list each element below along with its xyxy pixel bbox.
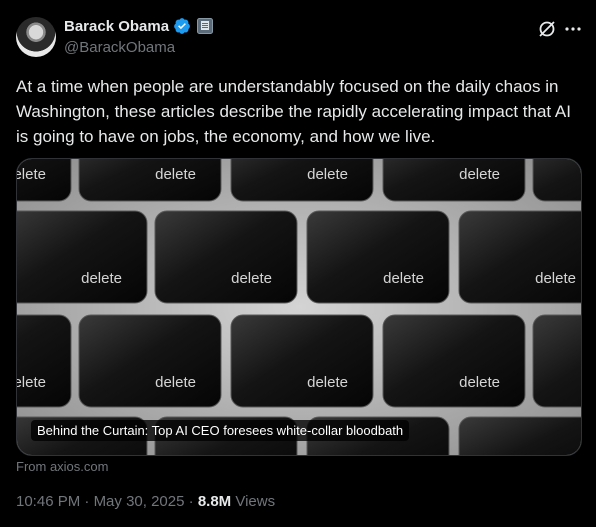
delete-key bbox=[78, 159, 222, 202]
delete-key-label: delete bbox=[459, 166, 500, 183]
delete-key bbox=[17, 314, 72, 408]
delete-key bbox=[17, 210, 148, 304]
author-handle[interactable]: @BarackObama bbox=[64, 39, 175, 56]
delete-key bbox=[306, 210, 450, 304]
delete-key bbox=[230, 314, 374, 408]
delete-key-label: delete bbox=[459, 374, 500, 391]
keyboard-image: delete delete delete delete delete delete dele… bbox=[17, 159, 581, 455]
card-source[interactable]: From axios.com bbox=[16, 459, 108, 474]
avatar[interactable] bbox=[16, 17, 56, 57]
meta-separator: · bbox=[80, 493, 94, 510]
delete-key bbox=[382, 314, 526, 408]
delete-key-label: delete bbox=[307, 166, 348, 183]
delete-key-label: delete bbox=[231, 270, 272, 287]
delete-key bbox=[230, 159, 374, 202]
delete-key bbox=[532, 159, 581, 202]
delete-key bbox=[382, 159, 526, 202]
delete-key-label: delete bbox=[17, 166, 46, 183]
tweet-time[interactable]: 10:46 PM bbox=[16, 493, 80, 510]
more-icon[interactable] bbox=[564, 20, 582, 38]
delete-key-label: delete bbox=[535, 270, 576, 287]
delete-key bbox=[154, 210, 298, 304]
link-card[interactable]: delete delete delete delete delete delete dele… bbox=[16, 158, 582, 456]
delete-key bbox=[458, 416, 581, 455]
author-name[interactable]: Barack Obama bbox=[64, 18, 169, 35]
views-label: Views bbox=[231, 493, 276, 510]
card-headline: Behind the Curtain: Top AI CEO foresees … bbox=[31, 420, 410, 441]
author-name-row: Barack Obama bbox=[64, 17, 214, 35]
government-seal-icon[interactable] bbox=[197, 18, 214, 34]
delete-key bbox=[458, 210, 581, 304]
tweet-meta: 10:46 PM · May 30, 2025 · 8.8M Views bbox=[16, 493, 275, 510]
tweet-text: At a time when people are understandably… bbox=[16, 77, 571, 146]
views-count: 8.8M bbox=[197, 493, 232, 510]
delete-key-label: delete bbox=[155, 374, 196, 391]
meta-separator: · bbox=[184, 493, 198, 510]
grok-icon[interactable] bbox=[537, 19, 557, 39]
delete-key-label: delete bbox=[155, 166, 196, 183]
verified-badge-icon[interactable] bbox=[173, 17, 191, 35]
tweet-date[interactable]: May 30, 2025 bbox=[94, 493, 185, 510]
delete-key-label: delete bbox=[307, 374, 348, 391]
delete-key-label: delete bbox=[17, 374, 46, 391]
delete-key-label: delete bbox=[383, 270, 424, 287]
delete-key bbox=[532, 314, 581, 408]
delete-key-label: delete bbox=[81, 270, 122, 287]
delete-key bbox=[78, 314, 222, 408]
